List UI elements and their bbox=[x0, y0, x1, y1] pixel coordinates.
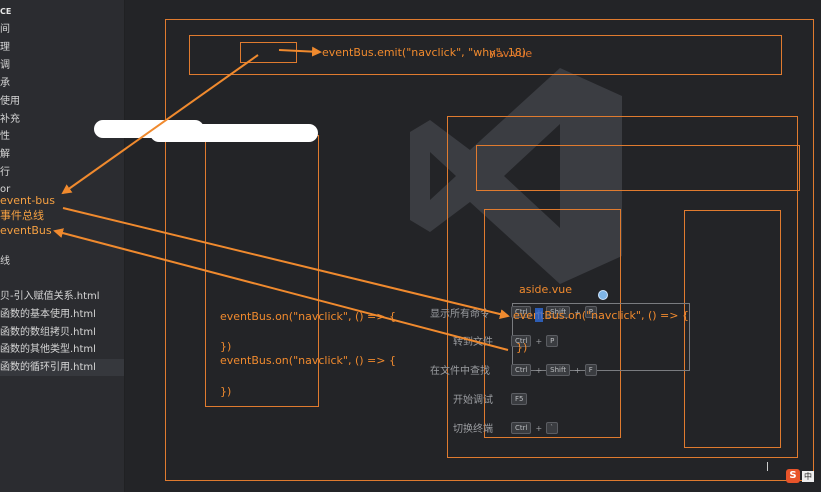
caret bbox=[767, 462, 768, 471]
ime-indicator[interactable]: S 中 bbox=[786, 468, 820, 484]
arrows-layer bbox=[53, 46, 510, 351]
ime-mode: 中 bbox=[802, 470, 814, 482]
ime-logo-icon: S bbox=[786, 469, 800, 483]
arrow-nav-to-bus bbox=[61, 54, 259, 195]
arrow-aside-to-bus bbox=[53, 228, 509, 351]
arrow-bus-to-aside bbox=[62, 207, 510, 319]
arrow-emit bbox=[278, 46, 322, 57]
